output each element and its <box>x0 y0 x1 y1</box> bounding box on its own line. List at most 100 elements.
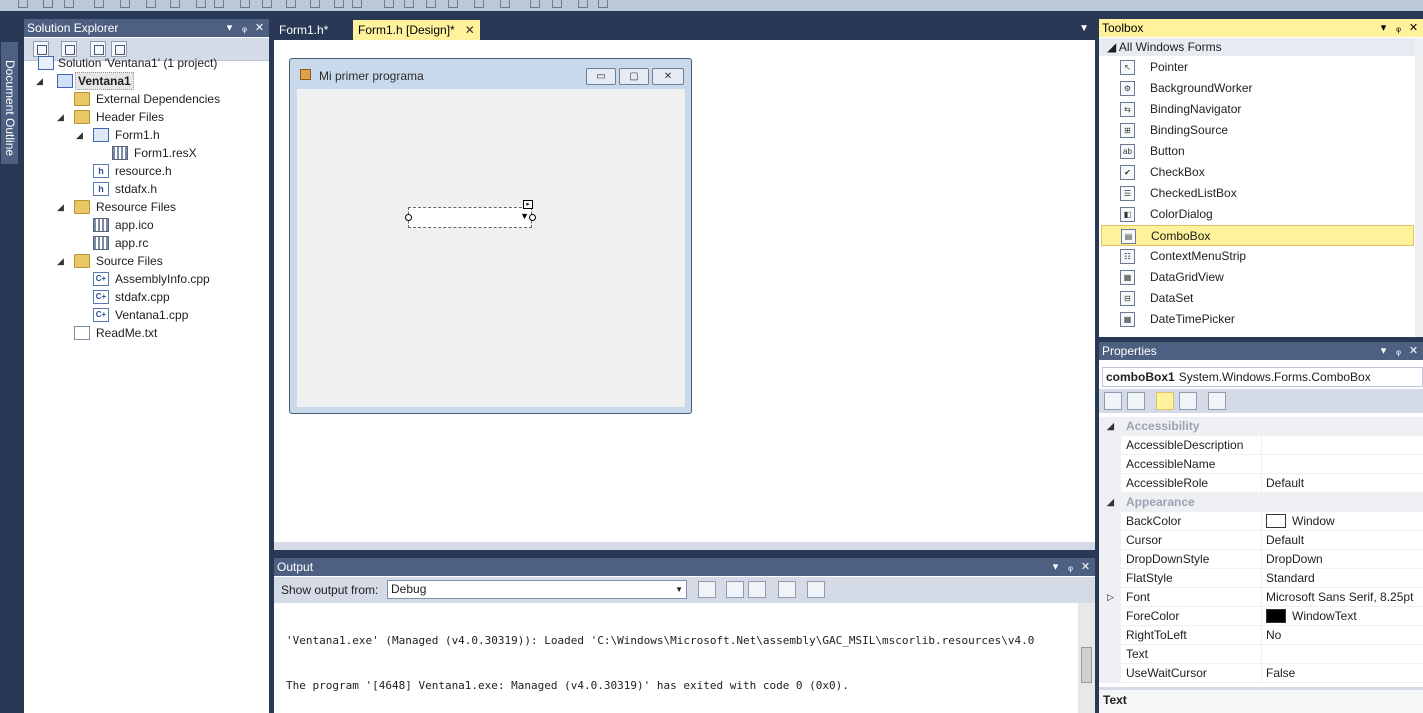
toolbar-button[interactable] <box>404 0 414 8</box>
tree-item[interactable]: Solution 'Ventana1' (1 project) <box>24 54 269 72</box>
expand-arrow-icon[interactable]: ◢ <box>57 108 67 126</box>
categorized-button[interactable] <box>1104 392 1122 410</box>
panel-menu-icon[interactable]: ▾ <box>1376 342 1391 360</box>
property-value[interactable]: WindowText <box>1261 607 1423 626</box>
tab-dropdown-icon[interactable]: ▼ <box>1079 23 1089 34</box>
toolbar-button[interactable] <box>262 0 272 8</box>
toolbar-button[interactable] <box>64 0 74 8</box>
combobox-control[interactable]: ▼ <box>408 207 532 228</box>
panel-menu-icon[interactable]: ▾ <box>1048 558 1063 576</box>
property-row[interactable]: AccessibleName <box>1099 455 1423 474</box>
toggle-word-wrap-button[interactable] <box>807 581 825 598</box>
tree-item[interactable]: ◢ Resource Files <box>24 198 269 216</box>
designed-form[interactable]: Mi primer programa ▭ ▢ ✕ ▼ ▸ <box>289 58 692 414</box>
tree-item[interactable]: app.rc <box>24 234 269 252</box>
toolbar-button[interactable] <box>448 0 458 8</box>
tab-close-icon[interactable]: ✕ <box>465 23 475 37</box>
toolbar-button[interactable] <box>214 0 224 8</box>
toolbar-button[interactable] <box>578 0 588 8</box>
collapse-arrow-icon[interactable]: ◢ <box>1107 417 1114 436</box>
toolbox-item[interactable]: ▤ ComboBox <box>1101 225 1414 246</box>
toolbar-button[interactable] <box>426 0 436 8</box>
property-row[interactable]: AccessibleRole Default <box>1099 474 1423 493</box>
toolbar-button[interactable] <box>334 0 344 8</box>
tree-item[interactable]: C+ Ventana1.cpp <box>24 306 269 324</box>
expand-arrow-icon[interactable]: ◢ <box>76 126 86 144</box>
toolbar-button[interactable] <box>94 0 104 8</box>
tab-form1-design[interactable]: Form1.h [Design]* ✕ <box>353 20 480 40</box>
toolbox-item[interactable]: ◧ ColorDialog <box>1101 204 1414 225</box>
tree-item[interactable]: ◢ Source Files <box>24 252 269 270</box>
output-source-select[interactable]: Debug ▼ <box>387 580 687 599</box>
tree-item[interactable]: C+ AssemblyInfo.cpp <box>24 270 269 288</box>
pin-icon[interactable]: ᵩ <box>1391 342 1406 360</box>
property-row[interactable]: DropDownStyle DropDown <box>1099 550 1423 569</box>
property-row[interactable]: Cursor Default <box>1099 531 1423 550</box>
property-value[interactable]: Default <box>1261 474 1423 493</box>
toolbox-item[interactable]: ⇆ BindingNavigator <box>1101 99 1414 120</box>
toolbar-button[interactable] <box>310 0 320 8</box>
form-client-area[interactable]: ▼ ▸ <box>297 89 685 407</box>
tree-item[interactable]: h resource.h <box>24 162 269 180</box>
property-row[interactable]: UseWaitCursor False <box>1099 664 1423 683</box>
maximize-button[interactable]: ▢ <box>619 68 649 85</box>
toolbar-button[interactable] <box>18 0 28 8</box>
toolbox-item[interactable]: ▦ DateTimePicker <box>1101 309 1414 330</box>
tree-item[interactable]: External Dependencies <box>24 90 269 108</box>
document-outline-tab[interactable]: Document Outline <box>1 42 18 164</box>
toolbox-item[interactable]: ✔ CheckBox <box>1101 162 1414 183</box>
tab-form1-h[interactable]: Form1.h* <box>274 20 333 40</box>
tree-item[interactable]: app.ico <box>24 216 269 234</box>
toolbox-item[interactable]: ☰ CheckedListBox <box>1101 183 1414 204</box>
tree-item[interactable]: ◢ Ventana1 <box>24 72 269 90</box>
toolbox-item[interactable]: ab Button <box>1101 141 1414 162</box>
property-value[interactable] <box>1261 455 1423 474</box>
tree-item[interactable]: ReadMe.txt <box>24 324 269 342</box>
object-selector[interactable]: comboBox1 System.Windows.Forms.ComboBox <box>1102 367 1423 387</box>
property-value[interactable]: Microsoft Sans Serif, 8.25pt <box>1261 588 1423 607</box>
close-icon[interactable]: ✕ <box>1406 19 1421 37</box>
alphabetical-button[interactable] <box>1127 392 1145 410</box>
resize-handle-left[interactable] <box>405 214 412 221</box>
expand-arrow-icon[interactable]: ◢ <box>36 72 46 90</box>
toolbar-button[interactable] <box>384 0 394 8</box>
output-text[interactable]: 'Ventana1.exe' (Managed (v4.0.30319)): L… <box>286 603 1076 713</box>
tree-item[interactable]: ◢ Header Files <box>24 108 269 126</box>
toolbox-item[interactable]: ▦ DataGridView <box>1101 267 1414 288</box>
events-button[interactable] <box>1179 392 1197 410</box>
toolbar-button[interactable] <box>474 0 484 8</box>
pin-icon[interactable]: ᵩ <box>237 19 252 37</box>
tree-item[interactable]: C+ stdafx.cpp <box>24 288 269 306</box>
property-pages-button[interactable] <box>1208 392 1226 410</box>
property-category[interactable]: ◢ Appearance <box>1099 493 1423 512</box>
toolbar-button[interactable] <box>552 0 562 8</box>
property-value[interactable]: Window <box>1261 512 1423 531</box>
toolbox-group-all-windows-forms[interactable]: ◢ All Windows Forms <box>1099 38 1423 56</box>
panel-menu-icon[interactable]: ▾ <box>1376 19 1391 37</box>
toolbar-button[interactable] <box>530 0 540 8</box>
next-message-button[interactable] <box>748 581 766 598</box>
close-icon[interactable]: ✕ <box>1406 342 1421 360</box>
minimize-button[interactable]: ▭ <box>586 68 616 85</box>
close-icon[interactable]: ✕ <box>252 19 267 37</box>
toolbox-item[interactable]: ⊟ DataSet <box>1101 288 1414 309</box>
collapse-arrow-icon[interactable]: ◢ <box>1107 493 1114 512</box>
property-value[interactable]: DropDown <box>1261 550 1423 569</box>
property-row[interactable]: ▷ Font Microsoft Sans Serif, 8.25pt <box>1099 588 1423 607</box>
toolbar-button[interactable] <box>240 0 250 8</box>
tree-item[interactable]: ◢ Form1.h <box>24 126 269 144</box>
toolbox-scrollbar[interactable] <box>1415 38 1423 337</box>
dropdown-arrow-icon[interactable]: ▼ <box>520 211 529 221</box>
property-row[interactable]: AccessibleDescription <box>1099 436 1423 455</box>
toolbar-button[interactable] <box>146 0 156 8</box>
smart-tag-icon[interactable]: ▸ <box>523 200 533 209</box>
property-category[interactable]: ◢ Accessibility <box>1099 417 1423 436</box>
toolbar-button[interactable] <box>120 0 130 8</box>
toolbox-item[interactable]: ⚙ BackgroundWorker <box>1101 78 1414 99</box>
property-row[interactable]: ForeColor WindowText <box>1099 607 1423 626</box>
property-row[interactable]: FlatStyle Standard <box>1099 569 1423 588</box>
toolbar-button[interactable] <box>43 0 53 8</box>
toolbar-button[interactable] <box>196 0 206 8</box>
tree-item[interactable]: Form1.resX <box>24 144 269 162</box>
property-value[interactable]: Default <box>1261 531 1423 550</box>
